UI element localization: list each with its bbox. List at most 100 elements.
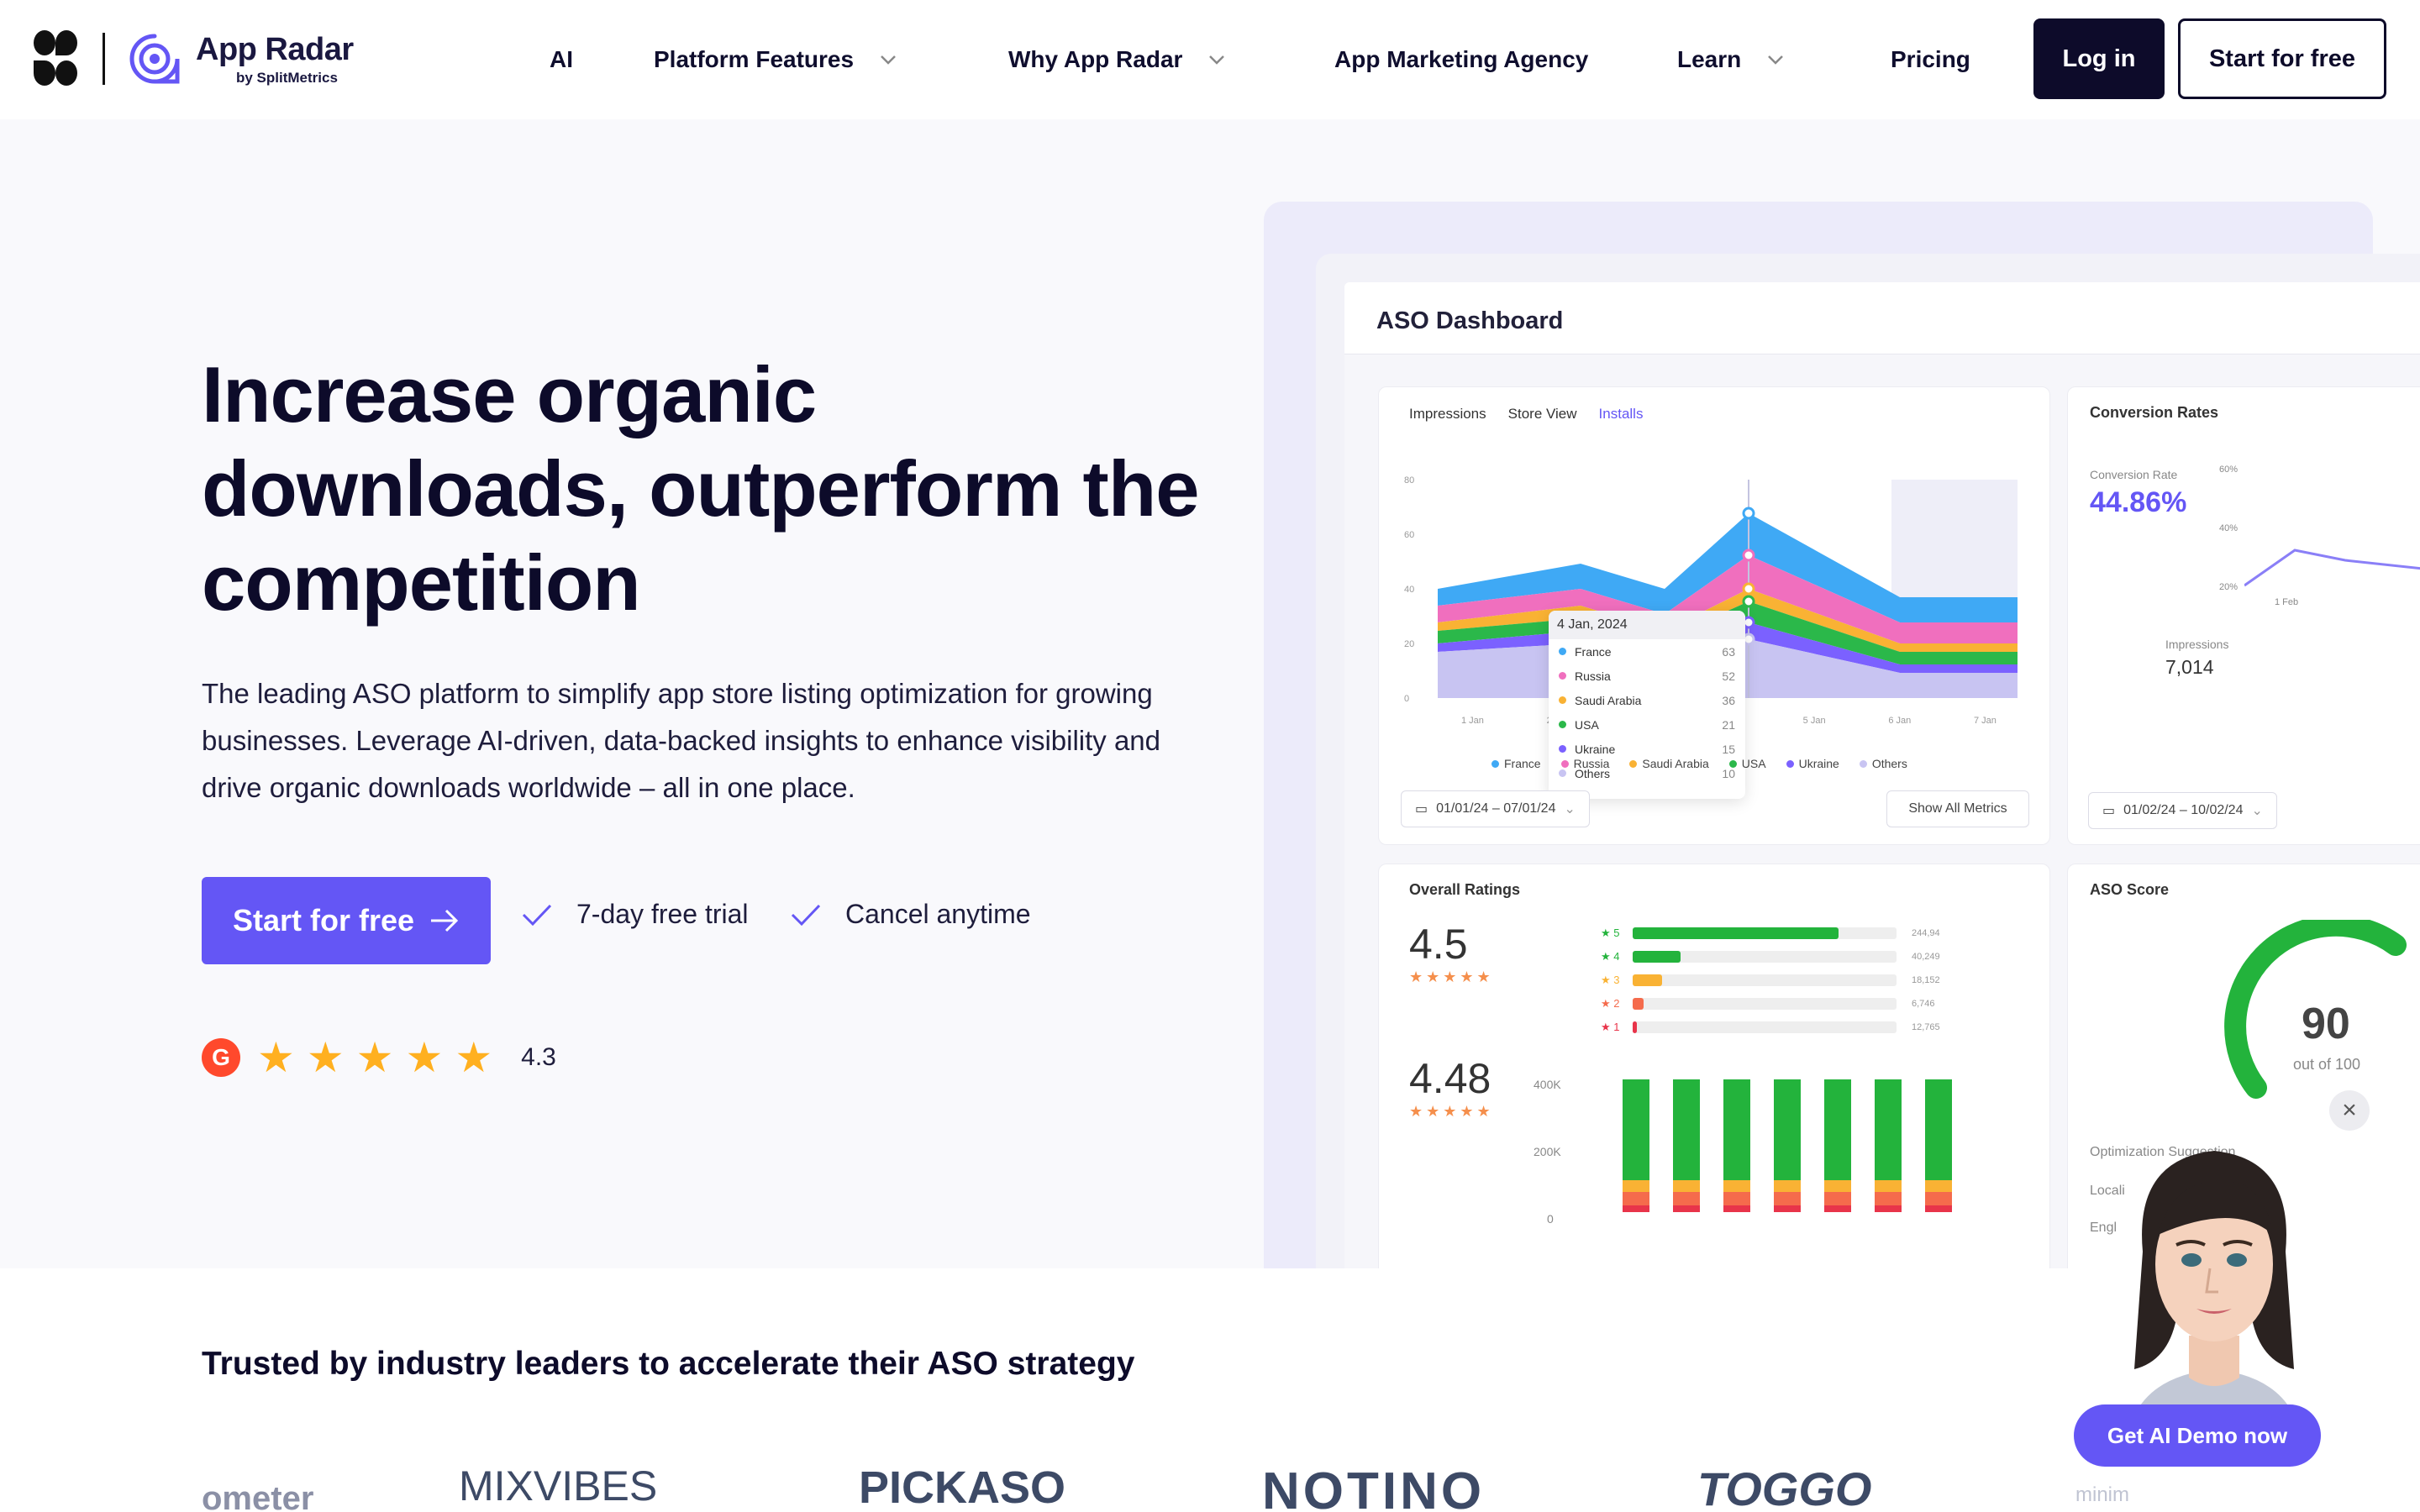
rating-column-segment: [1875, 1180, 1902, 1192]
star-icon: ★: [355, 1034, 394, 1081]
login-button[interactable]: Log in: [2033, 18, 2165, 99]
nav-platform-features-label: Platform Features: [654, 46, 855, 72]
rating-stars-small: ★★★★★: [1409, 1103, 1494, 1120]
rating-column-segment: [1824, 1079, 1851, 1180]
x-tick: 1 Jan: [1461, 716, 1484, 726]
y-tick: 20: [1404, 639, 1414, 649]
conversion-x-tick: 1 Feb: [2275, 597, 2299, 607]
chevron-down-icon: [1209, 55, 1225, 65]
ai-assistant-avatar[interactable]: [2092, 1126, 2336, 1445]
conversion-title: Conversion Rates: [2090, 404, 2219, 421]
check-icon: [791, 904, 821, 926]
aso-score-title: ASO Score: [2090, 881, 2170, 898]
aso-score-value: 90: [2302, 1000, 2350, 1048]
conversion-tick: 60%: [2219, 465, 2238, 475]
splitmetrics-logo-icon: [34, 30, 77, 87]
nav-learn[interactable]: Learn: [1677, 0, 1785, 119]
tab-store-view[interactable]: Store View: [1508, 406, 1577, 423]
nav-why-app-radar-label: Why App Radar: [1008, 46, 1183, 72]
rating-column-segment: [1673, 1192, 1700, 1205]
conversion-label: Conversion Rate: [2090, 468, 2178, 481]
legend-item: Others: [1859, 757, 1907, 770]
tab-impressions[interactable]: Impressions: [1409, 406, 1486, 423]
nav-pricing[interactable]: Pricing: [1891, 0, 1970, 119]
rating-column-segment: [1925, 1192, 1952, 1205]
arrow-right-icon: [431, 909, 459, 932]
g2-logo-icon: G: [202, 1038, 240, 1077]
logo-minim: minim: [2075, 1483, 2129, 1506]
installs-card: Impressions Store View Installs 80 60 40 20…: [1378, 386, 2050, 845]
close-chat-button[interactable]: ×: [2329, 1090, 2370, 1131]
conversion-tick: 40%: [2219, 523, 2238, 533]
rating-row: ★ 4 40,249: [1601, 950, 1940, 963]
impressions-value: 7,014: [2165, 656, 2214, 678]
ratings-title: Overall Ratings: [1409, 881, 1521, 898]
tab-installs[interactable]: Installs: [1599, 406, 1644, 423]
x-tick: 6 Jan: [1888, 716, 1911, 726]
show-all-metrics-button[interactable]: Show All Metrics: [1886, 790, 2029, 827]
legend-item: 4 stars: [1639, 1266, 1687, 1268]
legend-item: 1 star: [1844, 1266, 1886, 1268]
aso-score-of: out of 100: [2293, 1056, 2361, 1073]
conversion-date-range-value: 01/02/24 – 10/02/24: [2123, 803, 2244, 817]
x-tick: 7 Jan: [1974, 716, 1996, 726]
nav-why-app-radar[interactable]: Why App Radar: [1008, 0, 1226, 119]
rating-column-segment: [1824, 1205, 1851, 1212]
rating-score-1: 4.5: [1409, 921, 1468, 968]
page: App Radar by SplitMetrics AI Platform Fe…: [0, 0, 2420, 1512]
hover-point: [1742, 549, 1755, 562]
chevron-down-icon: ⌄: [2251, 804, 2263, 818]
rating-row: ★ 3 18,152: [1601, 974, 1940, 986]
rating-column-segment: [1824, 1180, 1851, 1192]
rating-stars-small: ★★★★★: [1409, 969, 1494, 985]
date-range-select[interactable]: ▭ 01/01/24 – 07/01/24 ⌄: [1401, 790, 1590, 827]
legend-item: Ukraine: [1786, 757, 1839, 770]
nav-learn-label: Learn: [1677, 46, 1742, 72]
tooltip-date: 4 Jan, 2024: [1549, 611, 1745, 639]
trusted-heading: Trusted by industry leaders to accelerat…: [202, 1346, 1135, 1382]
legend-item: USA: [1728, 757, 1766, 770]
y-tick: 60: [1404, 530, 1414, 540]
ratings-y-tick: 200K: [1534, 1145, 1561, 1158]
star-icon: ★: [257, 1034, 295, 1081]
conversion-card: Conversion Rates Conversion Rate 44.86% …: [2067, 386, 2420, 845]
rating-column-segment: [1875, 1205, 1902, 1212]
rating-breakdown: ★ 5 244,94 ★ 4 40,249 ★ 3 18,152 ★ 2 6,746 ★ 1 12…: [1601, 921, 1954, 1039]
g2-rating[interactable]: G ★ ★ ★ ★ ★ 4.3: [202, 1037, 556, 1079]
check-icon: [522, 904, 552, 926]
rating-column-segment: [1723, 1205, 1750, 1212]
logo[interactable]: App Radar by SplitMetrics: [34, 30, 354, 87]
date-range-value: 01/01/24 – 07/01/24: [1436, 801, 1556, 816]
nav-ai[interactable]: AI: [550, 0, 573, 119]
y-tick: 40: [1404, 585, 1414, 595]
ratings-legend: 5 star 4 stars 3 stars 2 stars 1 star: [1577, 1266, 1886, 1268]
conversion-date-range-select[interactable]: ▭ 01/02/24 – 10/02/24 ⌄: [2088, 792, 2277, 829]
ratings-card: Overall Ratings 4.5 ★★★★★ 4.48 ★★★★★ ★ 5…: [1378, 864, 2050, 1268]
rating-row: ★ 1 12,765: [1601, 1021, 1940, 1033]
nav-app-marketing-agency[interactable]: App Marketing Agency: [1334, 0, 1588, 119]
rating-column-segment: [1673, 1079, 1700, 1180]
logo-ometer: ometer: [202, 1480, 314, 1512]
ratings-column-chart: [1623, 1079, 1952, 1212]
legend-item: Russia: [1560, 757, 1609, 770]
rating-row: ★ 2 6,746: [1601, 997, 1935, 1010]
hero-subtitle: The leading ASO platform to simplify app…: [202, 678, 1161, 803]
rating-column-segment: [1723, 1079, 1750, 1180]
hero-start-button[interactable]: Start for free: [202, 877, 491, 964]
logo-toggo: TOGGO: [1697, 1462, 1872, 1512]
header-start-button[interactable]: Start for free: [2178, 18, 2386, 99]
rating-column-segment: [1875, 1192, 1902, 1205]
logo-notino: NOTINO: [1262, 1462, 1486, 1512]
brand-by: by SplitMetrics: [236, 69, 338, 86]
aso-dashboard: ASO Dashboard Impressions Store View Ins…: [1344, 282, 2420, 1268]
tooltip-row: France 63: [1549, 639, 1745, 664]
nav-platform-features[interactable]: Platform Features: [654, 0, 897, 119]
get-ai-demo-button[interactable]: Get AI Demo now: [2074, 1404, 2321, 1467]
conversion-value: 44.86%: [2090, 486, 2187, 518]
rating-column-segment: [1673, 1205, 1700, 1212]
nav-ai-label: AI: [550, 46, 573, 72]
ratings-y-tick: 400K: [1534, 1078, 1561, 1091]
rating-column-segment: [1774, 1079, 1801, 1180]
legend-item: 3 stars: [1707, 1266, 1755, 1268]
star-icon: ★: [306, 1034, 345, 1081]
